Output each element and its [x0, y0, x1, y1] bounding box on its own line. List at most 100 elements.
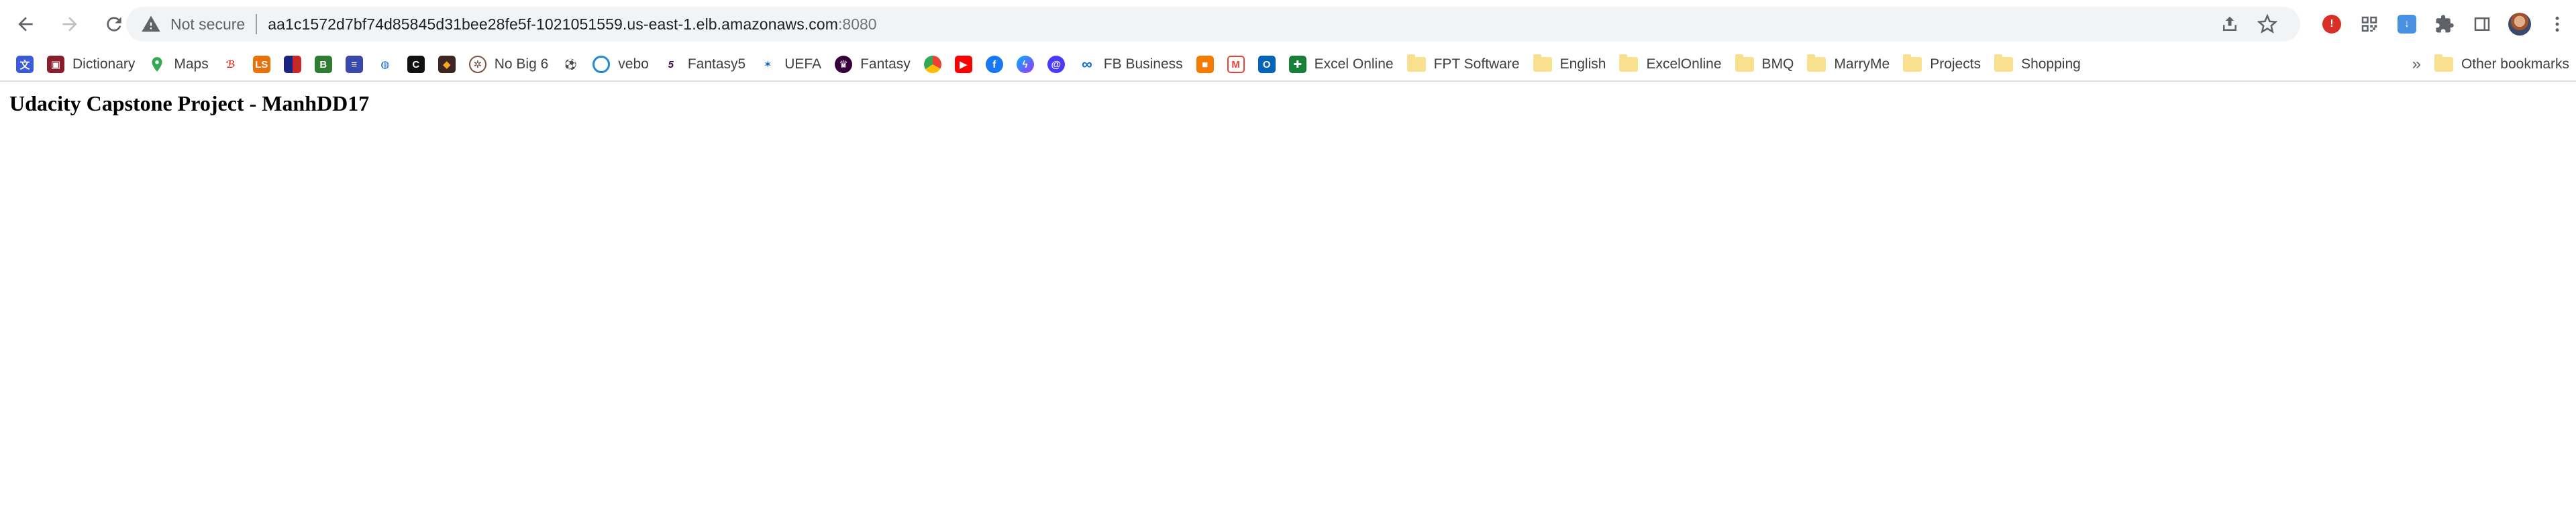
cambridge-icon: ▣: [47, 56, 64, 73]
uefa-star-icon: ✶: [759, 56, 777, 73]
extension-download[interactable]: ↓: [2388, 5, 2426, 43]
folder-label: MarryMe: [1834, 56, 1890, 72]
security-status[interactable]: Not secure: [170, 15, 245, 34]
folder-icon: [1903, 54, 1922, 72]
bookmark-label: Maps: [174, 56, 209, 72]
url-port[interactable]: :8080: [838, 15, 877, 34]
bookmark-facebook[interactable]: f: [979, 50, 1010, 79]
qr-code-icon: [2361, 16, 2377, 32]
bookmark-fantasy5[interactable]: 5 Fantasy5: [656, 50, 752, 79]
profile-button[interactable]: [2501, 5, 2538, 43]
folder-english[interactable]: English: [1527, 50, 1613, 79]
bookmark-label: No Big 6: [494, 56, 549, 72]
extension-adblock[interactable]: !: [2313, 5, 2351, 43]
box-icon: ■: [1196, 56, 1214, 73]
bookmark-youtube[interactable]: ▶: [948, 50, 979, 79]
star-icon: [2257, 14, 2277, 34]
bookmark-uefa[interactable]: ✶ UEFA: [752, 50, 828, 79]
bookmark-no-big-6[interactable]: ✲ No Big 6: [462, 50, 556, 79]
b-letter-icon: B: [314, 56, 332, 73]
warning-icon[interactable]: [141, 14, 161, 34]
folder-label: Projects: [1930, 56, 1981, 72]
folder-fpt-software[interactable]: FPT Software: [1400, 50, 1527, 79]
bookmark-label: Fantasy5: [687, 56, 746, 72]
bookmark-chrome[interactable]: [917, 50, 948, 79]
bookmark-site-1[interactable]: ℬ: [215, 50, 246, 79]
bookmark-outlook[interactable]: O: [1251, 50, 1282, 79]
bookmark-threads[interactable]: @: [1041, 50, 1072, 79]
bookmark-excel-online[interactable]: ✚ Excel Online: [1282, 50, 1400, 79]
premier-league-icon: ♛: [835, 56, 853, 73]
bookmarks-bar: 文 ▣ Dictionary Maps ℬ LS B ≡ ◍ C ◆ ✲ No …: [0, 48, 2576, 82]
extensions-button[interactable]: [2426, 5, 2463, 43]
extension-qr[interactable]: [2351, 5, 2388, 43]
arrow-right-icon: [62, 17, 77, 32]
kebab-menu-icon: [2555, 16, 2559, 32]
bookmark-star-button[interactable]: [2249, 5, 2286, 43]
folder-other-bookmarks[interactable]: Other bookmarks: [2428, 50, 2576, 79]
bookmark-apps[interactable]: 文: [9, 50, 40, 79]
folder-label: ExcelOnline: [1646, 56, 1722, 72]
bookmark-site-2[interactable]: LS: [246, 50, 277, 79]
back-button[interactable]: [7, 5, 44, 43]
facebook-icon: f: [985, 56, 1003, 73]
browser-toolbar: Not secure aa1c1572d7bf74d85845d31bee28f…: [0, 0, 2576, 48]
outlook-icon: O: [1257, 56, 1276, 73]
page-title: Udacity Capstone Project - ManhDD17: [9, 91, 370, 115]
forward-button[interactable]: [51, 5, 89, 43]
address-bar[interactable]: Not secure aa1c1572d7bf74d85845d31bee28f…: [126, 7, 2300, 42]
bookmark-label: FB Business: [1103, 56, 1183, 72]
meta-icon: ∞: [1078, 56, 1096, 73]
menu-button[interactable]: [2538, 5, 2576, 43]
bookmark-site-6[interactable]: ◍: [370, 50, 401, 79]
threads-icon: @: [1047, 56, 1065, 73]
map-pin-icon: [152, 57, 162, 72]
bookmark-label: UEFA: [784, 56, 822, 72]
bookmark-site-3[interactable]: [277, 50, 308, 79]
folder-label: Other bookmarks: [2461, 56, 2569, 72]
folder-label: Shopping: [2021, 56, 2081, 72]
bookmark-site-5[interactable]: ≡: [339, 50, 370, 79]
avatar: [2508, 13, 2531, 36]
folder-bmq[interactable]: BMQ: [1729, 50, 1801, 79]
folder-icon: [1406, 54, 1426, 72]
folder-marryme[interactable]: MarryMe: [1800, 50, 1896, 79]
bookmark-site-9[interactable]: ⚽: [555, 50, 586, 79]
share-button[interactable]: [2211, 5, 2249, 43]
bookmarks-overflow-button[interactable]: »: [2412, 55, 2421, 74]
side-panel-button[interactable]: [2463, 5, 2501, 43]
bookmark-gmail[interactable]: M: [1221, 50, 1251, 79]
bookmark-label: vebo: [618, 56, 649, 72]
folder-exceloline[interactable]: ExcelOnline: [1612, 50, 1728, 79]
sheets-icon: ✚: [1288, 56, 1306, 73]
bookmark-label: Excel Online: [1314, 56, 1394, 72]
bookmark-site-8[interactable]: ◆: [431, 50, 462, 79]
bookmark-fantasy[interactable]: ♛ Fantasy: [828, 50, 917, 79]
bookmark-label: Fantasy: [860, 56, 911, 72]
football-icon: ✲: [468, 56, 486, 73]
folder-icon: [1533, 54, 1552, 72]
bookmark-fb-business[interactable]: ∞ FB Business: [1072, 50, 1190, 79]
bookmark-dictionary[interactable]: ▣ Dictionary: [40, 50, 142, 79]
c-letter-icon: C: [407, 56, 425, 73]
apps-icon: 文: [16, 56, 34, 73]
bookmark-site-7[interactable]: C: [401, 50, 431, 79]
address-separator: [256, 14, 258, 34]
bookmark-label: Dictionary: [72, 56, 136, 72]
folder-shopping[interactable]: Shopping: [1988, 50, 2088, 79]
bookmark-maps[interactable]: Maps: [142, 50, 215, 79]
folder-icon: [1994, 54, 2014, 72]
folder-icon: [1807, 54, 1826, 72]
bookmark-messenger[interactable]: ϟ: [1010, 50, 1041, 79]
folder-projects[interactable]: Projects: [1896, 50, 1988, 79]
bookmark-site-4[interactable]: B: [308, 50, 339, 79]
globe-icon: ◍: [376, 56, 394, 73]
folder-icon: [2434, 54, 2453, 72]
page-content: Udacity Capstone Project - ManhDD17: [0, 83, 2576, 511]
bookmark-vebo[interactable]: vebo: [586, 50, 656, 79]
folder-icon: [1619, 54, 1639, 72]
bookmark-orange[interactable]: ■: [1190, 50, 1221, 79]
url-host[interactable]: aa1c1572d7bf74d85845d31bee28fe5f-1021051…: [268, 15, 838, 34]
ball-icon: ⚽: [562, 56, 580, 73]
